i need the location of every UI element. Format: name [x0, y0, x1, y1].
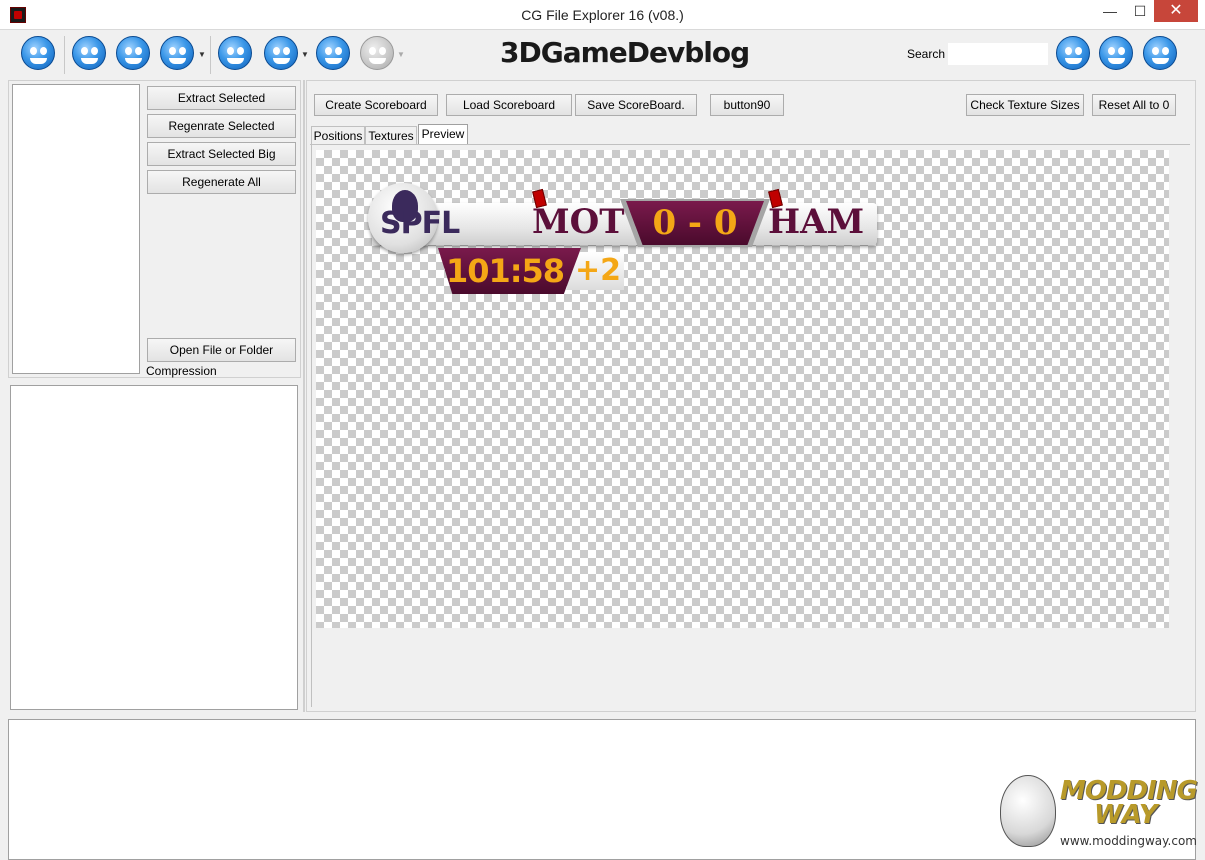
sick-icon[interactable]	[1099, 36, 1133, 70]
save-scoreboard-button[interactable]: Save ScoreBoard.	[575, 94, 697, 116]
dropdown-arrow-icon[interactable]: ▼	[198, 50, 206, 59]
regenerate-selected-button[interactable]: Regenrate Selected	[147, 114, 296, 138]
happy-icon[interactable]	[1143, 36, 1177, 70]
home-team: MOT	[532, 202, 625, 242]
vertical-splitter[interactable]	[303, 80, 305, 712]
laugh-icon[interactable]	[218, 36, 252, 70]
added-time: +2	[574, 253, 621, 288]
tab-textures[interactable]: Textures	[365, 126, 417, 145]
search-input[interactable]	[948, 43, 1048, 65]
file-list[interactable]	[12, 84, 140, 374]
dropdown-arrow-icon[interactable]: ▼	[301, 50, 309, 59]
worried-icon[interactable]	[116, 36, 150, 70]
extract-selected-button[interactable]: Extract Selected	[147, 86, 296, 110]
maximize-button[interactable]: ☐	[1126, 0, 1154, 22]
disabled-icon	[360, 36, 394, 70]
toolbar-separator	[64, 36, 65, 74]
load-scoreboard-button[interactable]: Load Scoreboard	[446, 94, 572, 116]
cry-icon[interactable]	[160, 36, 194, 70]
tab-preview[interactable]: Preview	[418, 124, 468, 145]
facepalm-icon[interactable]	[1056, 36, 1090, 70]
eye-icon[interactable]	[264, 36, 298, 70]
create-scoreboard-button[interactable]: Create Scoreboard	[314, 94, 438, 116]
smiley-icon[interactable]	[21, 36, 55, 70]
match-clock: 101:58	[445, 252, 565, 290]
league-name: SPFL	[380, 206, 460, 241]
watermark-text-2: WAY	[1094, 800, 1158, 830]
details-panel[interactable]	[10, 385, 298, 710]
score-text: 0 - 0	[652, 203, 738, 243]
check-texture-sizes-button[interactable]: Check Texture Sizes	[966, 94, 1084, 116]
grin-icon[interactable]	[316, 36, 350, 70]
minimize-button[interactable]: —	[1096, 0, 1124, 22]
reset-all-button[interactable]: Reset All to 0	[1092, 94, 1176, 116]
watermark-mascot-icon	[1000, 775, 1056, 847]
away-team: HAM	[768, 202, 865, 242]
watermark-url: www.moddingway.com	[1060, 834, 1197, 848]
extract-selected-big-button[interactable]: Extract Selected Big	[147, 142, 296, 166]
tab-positions[interactable]: Positions	[311, 126, 365, 145]
toolbar-separator	[210, 36, 211, 74]
regenerate-all-button[interactable]: Regenerate All	[147, 170, 296, 194]
scream-icon[interactable]	[72, 36, 106, 70]
button90[interactable]: button90	[710, 94, 784, 116]
horizontal-splitter[interactable]	[0, 712, 1205, 718]
logo: 3DGameDevblog	[500, 36, 750, 69]
window-title: CG File Explorer 16 (v08.)	[521, 7, 684, 23]
open-file-button[interactable]: Open File or Folder	[147, 338, 296, 362]
dropdown-arrow-icon: ▼	[397, 50, 405, 59]
compression-label: Compression	[146, 364, 217, 378]
search-label: Search	[907, 47, 946, 61]
close-button[interactable]: ✕	[1154, 0, 1198, 22]
